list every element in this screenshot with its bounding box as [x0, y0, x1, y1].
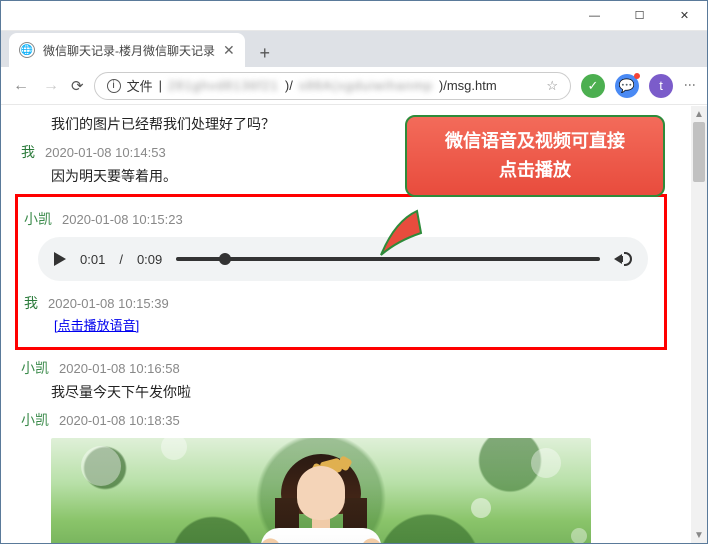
audio-current-time: 0:01 — [80, 252, 105, 267]
message-timestamp: 2020-01-08 10:14:53 — [45, 145, 166, 160]
scrollbar-track[interactable] — [691, 122, 707, 527]
browser-toolbar: ← → ⟳ i 文件 | 281ghvd8136f21 )/ s88A(xgdu… — [1, 67, 707, 105]
audio-duration: 0:09 — [137, 252, 162, 267]
sender-name: 小凯 — [21, 358, 49, 378]
message-header: 小凯 2020-01-08 10:16:58 — [21, 358, 687, 378]
browser-tabbar: 🌐 微信聊天记录-楼月微信聊天记录 ✕ + — [1, 31, 707, 67]
message-timestamp: 2020-01-08 10:18:35 — [59, 413, 180, 428]
bookmark-star-icon[interactable]: ☆ — [546, 78, 558, 94]
message-image[interactable] — [51, 438, 591, 543]
window-close-button[interactable]: ✕ — [662, 1, 707, 31]
globe-icon: 🌐 — [19, 42, 35, 58]
callout-line: 微信语音及视频可直接 — [415, 127, 655, 156]
callout-line: 点击播放 — [415, 156, 655, 185]
url-part-blurred: s88A(xgduiwihanmp — [299, 78, 433, 93]
message-header: 小凯 2020-01-08 10:15:23 — [24, 209, 654, 229]
window-maximize-button[interactable]: ☐ — [617, 1, 662, 31]
extension-icon[interactable]: 💬 — [615, 74, 639, 98]
volume-icon[interactable] — [614, 252, 632, 266]
message-timestamp: 2020-01-08 10:16:58 — [59, 361, 180, 376]
browser-menu-button[interactable]: ⋮ — [683, 79, 697, 93]
vertical-scrollbar[interactable]: ▲ ▼ — [691, 106, 707, 543]
play-icon[interactable] — [54, 252, 66, 266]
audio-player[interactable]: 0:01 / 0:09 — [38, 237, 648, 281]
sender-name: 小凯 — [21, 410, 49, 430]
message-header: 小凯 2020-01-08 10:18:35 — [21, 410, 687, 430]
play-voice-link[interactable]: [点击播放语音] — [54, 315, 139, 334]
annotation-callout: 微信语音及视频可直接 点击播放 — [405, 115, 665, 197]
address-bar[interactable]: i 文件 | 281ghvd8136f21 )/ s88A(xgduiwihan… — [94, 72, 571, 100]
message-text: 我尽量今天下午发你啦 — [51, 382, 687, 402]
tab-close-button[interactable]: ✕ — [223, 42, 235, 59]
message-timestamp: 2020-01-08 10:15:39 — [48, 296, 169, 311]
new-tab-button[interactable]: + — [251, 39, 279, 67]
message-timestamp: 2020-01-08 10:15:23 — [62, 212, 183, 227]
url-part-blurred: 281ghvd8136f21 — [168, 78, 279, 93]
sender-name: 我 — [24, 293, 38, 313]
window-minimize-button[interactable]: — — [572, 1, 617, 31]
sender-name: 小凯 — [24, 209, 52, 229]
url-tail: )/msg.htm — [439, 78, 497, 93]
browser-tab[interactable]: 🌐 微信聊天记录-楼月微信聊天记录 ✕ — [9, 33, 245, 67]
scrollbar-thumb[interactable] — [693, 122, 705, 182]
reload-button[interactable]: ⟳ — [71, 77, 84, 95]
site-info-icon[interactable]: i — [107, 79, 121, 93]
message-header: 我 2020-01-08 10:15:39 — [24, 293, 654, 313]
sender-name: 我 — [21, 142, 35, 162]
extension-icon[interactable]: ✓ — [581, 74, 605, 98]
profile-avatar[interactable]: t — [649, 74, 673, 98]
url-scheme: 文件 — [127, 76, 153, 95]
scroll-down-icon[interactable]: ▼ — [691, 527, 707, 543]
highlight-box: 小凯 2020-01-08 10:15:23 0:01 / 0:09 我 202… — [15, 194, 667, 350]
scroll-up-icon[interactable]: ▲ — [691, 106, 707, 122]
window-titlebar: — ☐ ✕ — [1, 1, 707, 31]
tab-title: 微信聊天记录-楼月微信聊天记录 — [43, 42, 215, 59]
back-button[interactable]: ← — [11, 77, 31, 95]
forward-button[interactable]: → — [41, 77, 61, 95]
